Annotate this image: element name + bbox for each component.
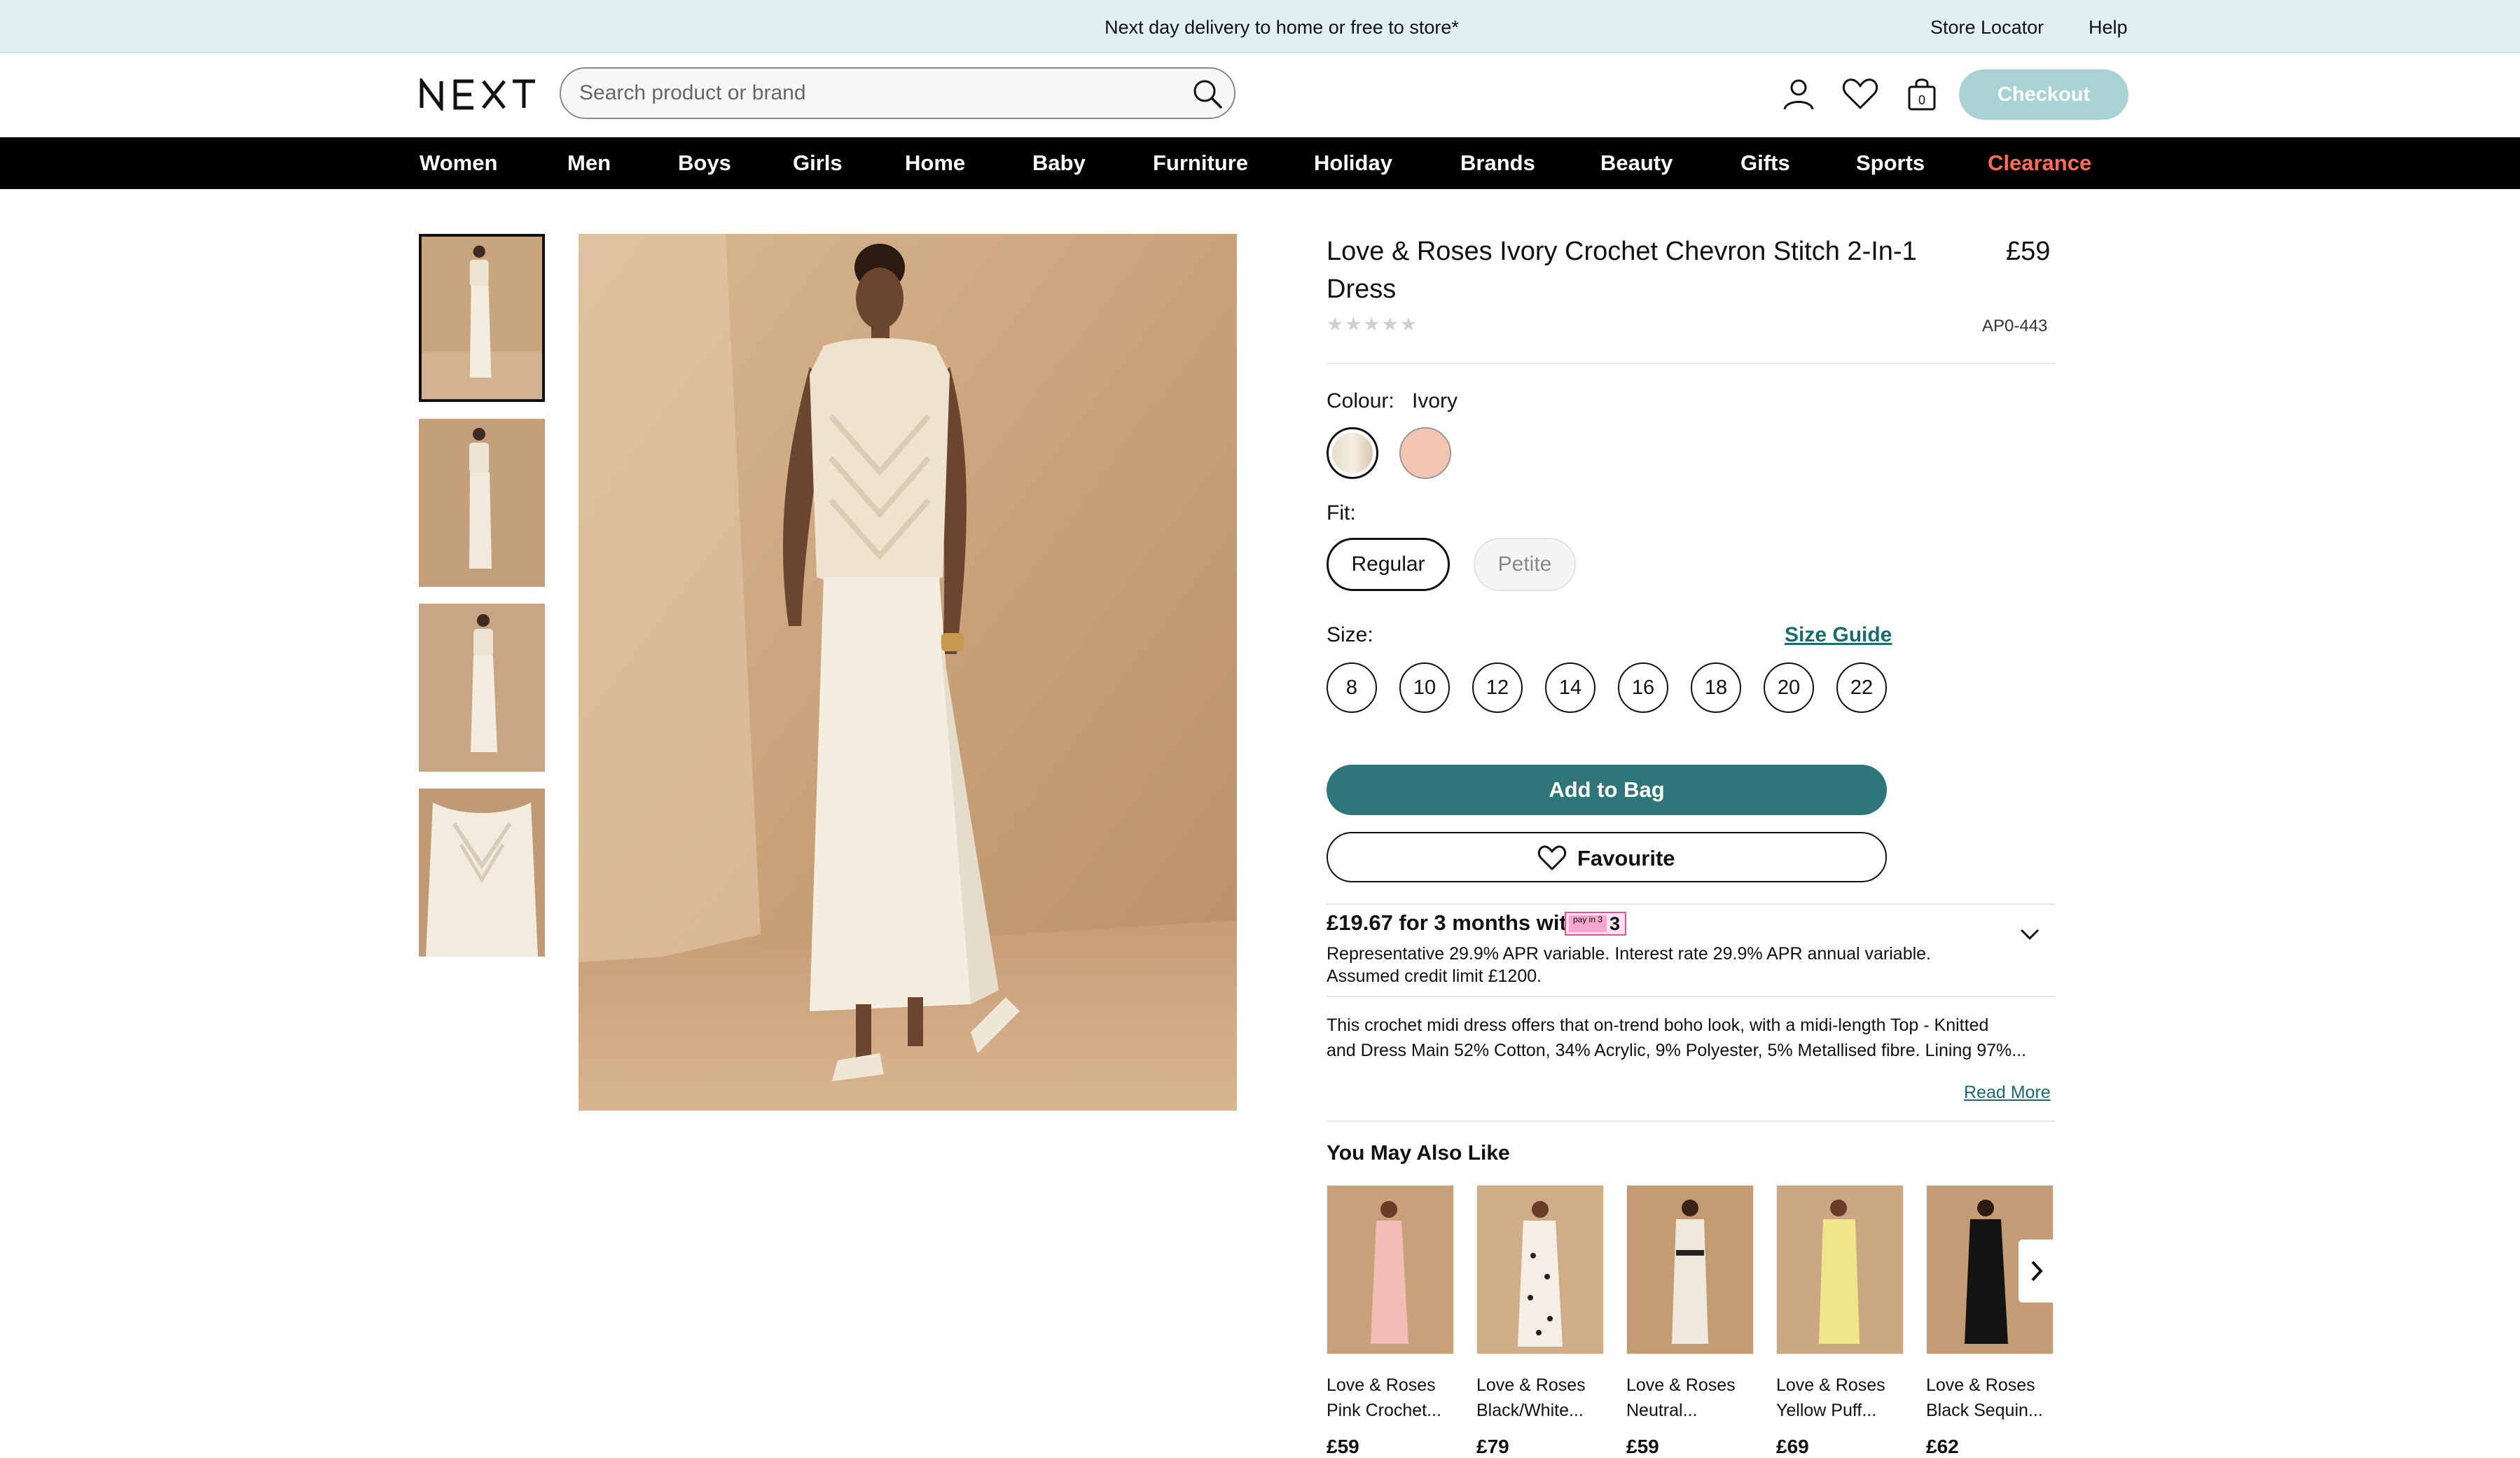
site-header: 0 Checkout (0, 53, 2520, 137)
nav-item-holiday[interactable]: Holiday (1314, 151, 1392, 176)
favourites-heart-icon[interactable] (1841, 74, 1880, 113)
colour-value: Ivory (1412, 389, 1458, 412)
recommendation-name: Neutral... (1626, 1401, 1698, 1420)
pay-in-3-badge: pay in 3 3 (1565, 912, 1626, 936)
size-guide-link[interactable]: Size Guide (1785, 623, 1892, 647)
recommendation-card[interactable]: Love & Roses Neutral... £59 (1626, 1185, 1754, 1458)
favourite-label: Favourite (1577, 846, 1675, 870)
nav-item-beauty[interactable]: Beauty (1600, 151, 1673, 176)
size-option-14[interactable]: 14 (1545, 662, 1595, 713)
nav-item-men[interactable]: Men (567, 151, 611, 176)
search-input[interactable] (579, 69, 1182, 118)
recommendation-name: Black/White... (1476, 1401, 1584, 1420)
description-line-1: This crochet midi dress offers that on-t… (1327, 1015, 1989, 1035)
delivery-promo[interactable]: Next day delivery to home or free to sto… (0, 17, 2520, 39)
product-title: Love & Roses Ivory Crochet Chevron Stitc… (1327, 237, 1917, 304)
nav-item-sports[interactable]: Sports (1856, 151, 1925, 176)
search-bar[interactable] (560, 67, 1235, 119)
pay-in-3-badge-number: 3 (1609, 913, 1621, 934)
add-to-bag-button[interactable]: Add to Bag (1327, 765, 1887, 815)
recommendation-name: Black Sequin... (1926, 1401, 2043, 1420)
colour-swatch-pink[interactable] (1399, 427, 1451, 479)
finance-headline: £19.67 for 3 months with (1327, 910, 1580, 935)
size-option-8[interactable]: 8 (1327, 662, 1377, 713)
store-locator-link[interactable]: Store Locator (1930, 17, 2044, 39)
help-link[interactable]: Help (2089, 17, 2128, 39)
nav-item-gifts[interactable]: Gifts (1740, 151, 1790, 176)
nav-item-clearance[interactable]: Clearance (1988, 151, 2091, 176)
description-line-2: and Dress Main 52% Cotton, 34% Acrylic, … (1327, 1041, 2027, 1060)
recommendation-card[interactable]: Love & Roses Black Sequin... £62 (1926, 1185, 2054, 1458)
recommendation-brand: Love & Roses (1776, 1375, 1885, 1395)
recommendation-brand: Love & Roses (1476, 1375, 1586, 1395)
size-label: Size: (1327, 623, 1373, 646)
next-logo[interactable] (419, 78, 536, 111)
chevron-right-icon (2031, 1261, 2043, 1282)
main-navigation: Women Men Boys Girls Home Baby Furniture… (0, 137, 2520, 189)
finance-details-line-1: Representative 29.9% APR variable. Inter… (1327, 944, 1932, 964)
colour-label: Colour: (1327, 389, 1394, 412)
fit-option-petite[interactable]: Petite (1474, 538, 1576, 591)
recommendation-image[interactable] (1476, 1185, 1604, 1354)
account-icon[interactable] (1779, 74, 1818, 113)
recommendation-name: Pink Crochet... (1327, 1401, 1441, 1420)
recommendations-title: You May Also Like (1327, 1141, 1510, 1165)
product-code: AP0-443 (1982, 317, 2048, 335)
product-thumbnail-4[interactable] (419, 789, 545, 957)
chevron-down-icon[interactable] (2017, 924, 2042, 944)
nav-item-boys[interactable]: Boys (678, 151, 731, 176)
divider (1327, 1120, 2055, 1122)
product-thumbnail-3[interactable] (419, 604, 545, 772)
rating-stars[interactable]: ★★★★★ (1327, 314, 1418, 335)
favourite-button[interactable]: Favourite (1327, 832, 1887, 882)
size-option-22[interactable]: 22 (1836, 662, 1887, 713)
recommendation-price: £69 (1776, 1436, 1809, 1457)
nav-item-furniture[interactable]: Furniture (1153, 151, 1248, 176)
recommendation-image[interactable] (1327, 1185, 1454, 1354)
heart-icon (1537, 845, 1567, 870)
nav-item-brands[interactable]: Brands (1460, 151, 1535, 176)
recommendation-brand: Love & Roses (1926, 1375, 2035, 1395)
main-product-image[interactable] (579, 234, 1237, 1111)
recommendation-name: Yellow Puff... (1776, 1401, 1877, 1420)
colour-swatch-ivory[interactable] (1327, 427, 1378, 479)
recommendation-card[interactable]: Love & Roses Black/White... £79 (1476, 1185, 1604, 1458)
size-option-12[interactable]: 12 (1472, 662, 1523, 713)
recommendation-price: £62 (1926, 1436, 1959, 1457)
nav-item-home[interactable]: Home (905, 151, 965, 176)
read-more-link[interactable]: Read More (1964, 1083, 2051, 1103)
recommendation-card[interactable]: Love & Roses Pink Crochet... £59 (1327, 1185, 1454, 1458)
nav-item-girls[interactable]: Girls (793, 151, 843, 176)
recommendation-price: £59 (1327, 1436, 1359, 1457)
carousel-next-button[interactable] (2019, 1240, 2056, 1303)
recommendation-brand: Love & Roses (1626, 1375, 1736, 1395)
product-thumbnail-1[interactable] (419, 234, 545, 402)
recommendation-brand: Love & Roses (1327, 1375, 1436, 1395)
divider (1327, 996, 2055, 997)
recommendation-card[interactable]: Love & Roses Yellow Puff... £69 (1776, 1185, 1904, 1458)
bag-count: 0 (1918, 93, 1925, 107)
recommendation-image[interactable] (1626, 1185, 1754, 1354)
product-price: £59 (2006, 237, 2051, 266)
nav-item-women[interactable]: Women (420, 151, 497, 176)
nav-item-baby[interactable]: Baby (1032, 151, 1086, 176)
search-icon[interactable] (1191, 77, 1224, 111)
checkout-button[interactable]: Checkout (1959, 69, 2128, 120)
recommendation-price: £59 (1626, 1436, 1659, 1457)
divider (1327, 903, 2055, 905)
fit-label: Fit: (1327, 501, 1356, 525)
product-thumbnail-2[interactable] (419, 419, 545, 587)
size-option-10[interactable]: 10 (1399, 662, 1450, 713)
finance-details-line-2: Assumed credit limit £1200. (1327, 966, 1542, 986)
pay-in-3-badge-small: pay in 3 (1569, 915, 1607, 932)
recommendation-image[interactable] (1776, 1185, 1904, 1354)
announcement-bar: Next day delivery to home or free to sto… (0, 0, 2520, 53)
fit-option-regular[interactable]: Regular (1327, 538, 1450, 591)
divider (1327, 363, 2055, 364)
size-option-16[interactable]: 16 (1618, 662, 1668, 713)
size-option-18[interactable]: 18 (1691, 662, 1741, 713)
shopping-bag-icon[interactable]: 0 (1902, 74, 1941, 113)
recommendation-price: £79 (1476, 1436, 1509, 1457)
size-option-20[interactable]: 20 (1764, 662, 1814, 713)
